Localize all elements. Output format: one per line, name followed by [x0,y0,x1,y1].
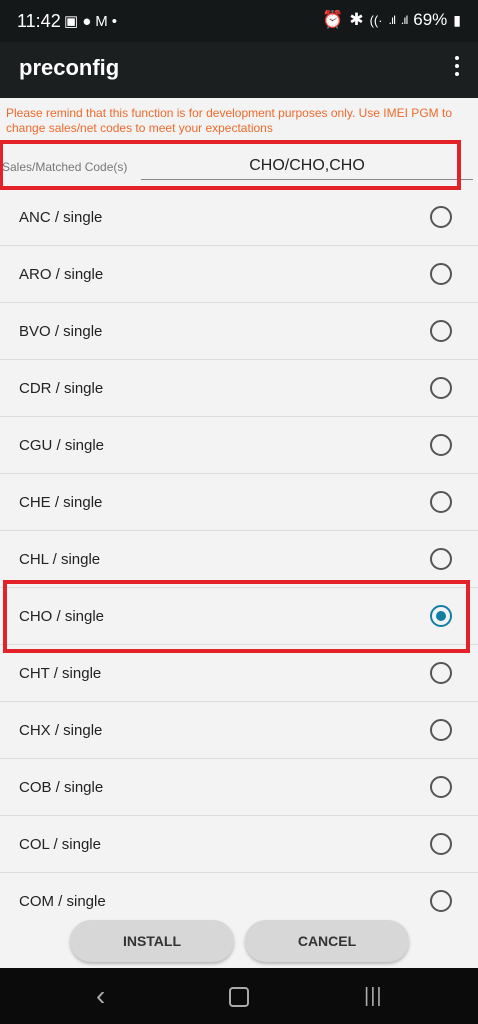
home-icon[interactable] [229,987,249,1007]
radio-icon[interactable] [430,377,452,399]
list-item-label: COL / single [19,836,101,853]
radio-icon[interactable] [430,662,452,684]
list-item-label: CHT / single [19,665,102,682]
list-item[interactable]: COL / single [0,816,478,873]
radio-icon[interactable] [430,719,452,741]
status-bar: 11:42 ▣ ● M • ⏰ ✱ ((· .ıl .ıl 69% ▮ [0,0,478,42]
list-item[interactable]: COM / single [0,873,478,914]
radio-icon[interactable] [430,320,452,342]
status-right: ⏰ ✱ ((· .ıl .ıl 69% ▮ [322,10,461,30]
navigation-bar: ‹ ||| [0,968,478,1024]
radio-icon[interactable] [430,263,452,285]
list-item[interactable]: CHT / single [0,645,478,702]
list-item-label: COB / single [19,779,104,796]
code-list[interactable]: ANC / single ARO / single BVO / single CDR … [0,189,478,914]
list-item[interactable]: COB / single [0,759,478,816]
list-item[interactable]: ANC / single [0,189,478,246]
overflow-menu-icon[interactable] [452,56,462,80]
app-bar: preconfig [0,42,478,98]
cancel-button[interactable]: CANCEL [245,920,409,962]
radio-icon[interactable] [430,434,452,456]
more-notifications-icon: • [111,12,118,30]
warning-text: Please remind that this function is for … [6,106,452,135]
list-item-label: BVO / single [19,323,103,340]
highlight-box-code [0,140,461,190]
recents-icon[interactable]: ||| [364,985,383,1008]
bluetooth-icon: ✱ [349,10,364,29]
list-item[interactable]: CHE / single [0,474,478,531]
list-item[interactable]: CGU / single [0,417,478,474]
radio-icon[interactable] [430,890,452,912]
list-item-label: CHX / single [19,722,103,739]
list-item-label: ARO / single [19,266,104,283]
page-title: preconfig [19,55,120,80]
signal-icon: .ıl [388,13,396,27]
highlight-box-selected [3,580,470,653]
status-time: 11:42 [17,11,61,31]
list-item-label: COM / single [19,893,106,910]
facebook-icon: ● [82,12,92,30]
list-item-label: CHL / single [19,551,101,568]
wifi-icon: ((· [369,12,383,28]
gallery-icon: ▣ [64,13,79,30]
back-icon[interactable]: ‹ [96,980,105,1012]
list-item[interactable]: CHX / single [0,702,478,759]
list-item[interactable]: CDR / single [0,360,478,417]
list-item-label: ANC / single [19,209,103,226]
radio-icon[interactable] [430,548,452,570]
list-item-label: CDR / single [19,380,104,397]
list-item[interactable]: ARO / single [0,246,478,303]
list-item[interactable]: BVO / single [0,303,478,360]
gmail-icon: M [95,12,108,30]
radio-icon[interactable] [430,206,452,228]
list-item-label: CHE / single [19,494,103,511]
radio-icon[interactable] [430,833,452,855]
signal-icon-2: .ıl [400,13,408,27]
list-item-label: CGU / single [19,437,105,454]
radio-icon[interactable] [430,776,452,798]
battery-text: 69% [413,10,448,29]
alarm-icon: ⏰ [322,10,344,29]
notification-icons: ▣ ● M • [64,12,118,31]
radio-icon[interactable] [430,491,452,513]
battery-icon: ▮ [453,11,461,28]
install-button[interactable]: INSTALL [70,920,234,962]
